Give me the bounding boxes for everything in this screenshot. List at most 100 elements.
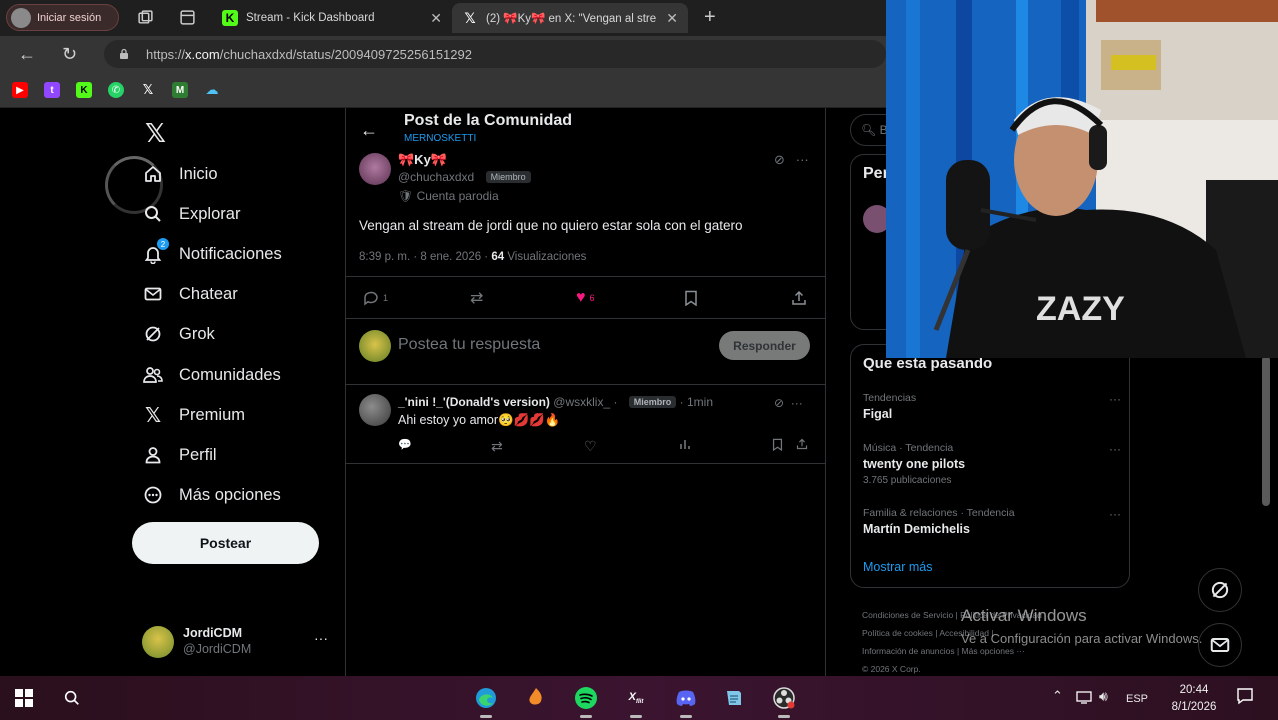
- bookmark-icon[interactable]: [772, 438, 783, 454]
- avatar[interactable]: [359, 153, 391, 185]
- community-name-link[interactable]: MERNOSKETTI: [404, 133, 476, 144]
- tab-actions-icon[interactable]: [179, 9, 196, 26]
- views-chart-icon[interactable]: [679, 438, 691, 453]
- tab-title: (2) 🎀Ky🎀 en X: "Vengan al stre: [486, 13, 657, 25]
- x-home-logo-icon[interactable]: 𝕏: [145, 118, 166, 149]
- grok-icon: [141, 322, 165, 346]
- reply-action[interactable]: 1: [362, 288, 388, 308]
- notepad-icon[interactable]: [722, 686, 746, 710]
- cloud-bookmark-icon[interactable]: ☁: [204, 82, 220, 98]
- kick-bookmark-icon[interactable]: K: [76, 82, 92, 98]
- tab-kick-dashboard[interactable]: K Stream - Kick Dashboard ✕: [212, 3, 452, 33]
- new-tab-icon[interactable]: +: [704, 6, 716, 29]
- like-action[interactable]: ♥ 6: [576, 288, 595, 308]
- back-arrow-icon[interactable]: ←: [18, 44, 36, 65]
- show-more-link[interactable]: Mostrar más: [863, 560, 932, 574]
- x-bookmark-icon[interactable]: 𝕏: [140, 82, 156, 98]
- nav-comunidades[interactable]: Comunidades: [141, 360, 281, 390]
- language-indicator[interactable]: ESP: [1126, 693, 1148, 705]
- post-top-actions: ⊘ ···: [774, 152, 809, 168]
- heart-icon[interactable]: ♡: [584, 438, 597, 455]
- reply-top-actions: ⊘ ···: [774, 396, 803, 410]
- premium-card-title: Per: [863, 165, 889, 182]
- clock[interactable]: 20:44 8/1/2026: [1160, 682, 1228, 716]
- back-arrow-icon[interactable]: ←: [360, 120, 378, 141]
- whatsapp-bookmark-icon[interactable]: ✆: [108, 82, 124, 98]
- more-icon[interactable]: ···: [796, 152, 809, 167]
- nav-perfil[interactable]: Perfil: [141, 440, 217, 470]
- grok-icon[interactable]: ⊘: [774, 396, 784, 410]
- account-switcher[interactable]: JordiCDM @JordiCDM ···: [142, 624, 332, 660]
- reply-icon[interactable]: 💬: [398, 438, 412, 451]
- youtube-bookmark-icon[interactable]: ▶: [12, 82, 28, 98]
- reload-icon[interactable]: ↻: [62, 44, 77, 65]
- repost-action[interactable]: ⇄: [470, 288, 483, 308]
- trend-item[interactable]: Familia & relaciones · Tendencia Martín …: [863, 507, 1121, 536]
- home-icon: [141, 162, 165, 186]
- more-icon[interactable]: ···: [1109, 507, 1121, 521]
- fl-studio-icon[interactable]: [524, 686, 548, 710]
- close-tab-icon[interactable]: ✕: [430, 10, 442, 27]
- more-icon[interactable]: ···: [1109, 442, 1121, 456]
- nav-label: Más opciones: [179, 485, 281, 504]
- repost-icon[interactable]: ⇄: [491, 438, 503, 455]
- more-icon[interactable]: ···: [1109, 392, 1121, 406]
- more-icon[interactable]: ···: [791, 396, 803, 410]
- network-icon[interactable]: [1076, 690, 1092, 707]
- xsplit-icon[interactable]: Xflit: [624, 686, 648, 718]
- reply-submit-button[interactable]: Responder: [719, 331, 810, 360]
- volume-icon[interactable]: 🔊︎: [1099, 688, 1108, 705]
- url-prefix: https://: [146, 46, 186, 62]
- grok-icon[interactable]: ⊘: [774, 152, 785, 167]
- post-button[interactable]: Postear: [132, 522, 319, 564]
- nav-explorar[interactable]: Explorar: [141, 199, 240, 229]
- trend-item[interactable]: Tendencias Figal ···: [863, 392, 1121, 421]
- bookmark-action[interactable]: [684, 288, 698, 308]
- tab-x-post[interactable]: 𝕏 (2) 🎀Ky🎀 en X: "Vengan al stre ✕: [452, 3, 688, 33]
- trend-item[interactable]: Música · Tendencia twenty one pilots 3.7…: [863, 442, 1121, 486]
- nav-label: Chatear: [179, 284, 238, 303]
- post-author-handle[interactable]: @chuchaxdxd Miembro: [398, 170, 531, 184]
- windows-start-icon[interactable]: [12, 686, 36, 710]
- messages-floating-button[interactable]: [1198, 623, 1242, 667]
- nav-label: Notificaciones: [179, 244, 282, 263]
- profile-button[interactable]: Iniciar sesión: [6, 4, 119, 31]
- nav-inicio[interactable]: Inicio: [141, 159, 218, 189]
- spotify-icon[interactable]: [574, 686, 598, 718]
- reply-author[interactable]: _'nini !_'(Donald's version) @wsxklix_ ·…: [398, 395, 713, 409]
- avatar: [142, 626, 174, 658]
- share-action[interactable]: [791, 288, 807, 308]
- nav-grok[interactable]: Grok: [141, 319, 215, 349]
- notification-center-icon[interactable]: [1236, 687, 1254, 708]
- edge-browser-icon[interactable]: [474, 686, 498, 718]
- views-label: Visualizaciones: [507, 251, 587, 263]
- grok-floating-button[interactable]: [1198, 568, 1242, 612]
- twitch-bookmark-icon[interactable]: t: [44, 82, 60, 98]
- avatar[interactable]: [359, 394, 391, 426]
- address-bar-row: ← ↻ https://x.com/chuchaxdxd/status/2009…: [0, 36, 886, 72]
- profile-label: Iniciar sesión: [37, 11, 102, 24]
- reply-time: · 1min: [679, 395, 713, 409]
- search-icon[interactable]: [60, 686, 84, 710]
- post-author-name[interactable]: 🎀Ky🎀: [398, 152, 447, 168]
- page-scrollbar[interactable]: [1262, 356, 1270, 506]
- nav-notificaciones[interactable]: 2 Notificaciones: [141, 238, 282, 269]
- nav-premium[interactable]: 𝕏 Premium: [141, 400, 245, 430]
- close-tab-icon[interactable]: ✕: [666, 10, 678, 27]
- nav-chatear[interactable]: Chatear: [141, 279, 238, 309]
- nav-mas-opciones[interactable]: Más opciones: [141, 480, 281, 510]
- sheet-bookmark-icon[interactable]: M: [172, 82, 188, 98]
- post-timestamp[interactable]: 8:39 p. m. · 8 ene. 2026 ·: [359, 251, 488, 263]
- trend-count: 3.765 publicaciones: [863, 475, 952, 486]
- trend-name: twenty one pilots: [863, 457, 966, 471]
- discord-icon[interactable]: [674, 686, 698, 718]
- share-icon[interactable]: [796, 438, 808, 453]
- obs-record-icon[interactable]: [772, 686, 796, 718]
- url-field[interactable]: https://x.com/chuchaxdxd/status/20094097…: [104, 40, 886, 68]
- bookmark-icon: [685, 290, 697, 306]
- member-chip: Miembro: [628, 396, 677, 408]
- reply-input[interactable]: Postea tu respuesta: [398, 336, 540, 354]
- more-icon[interactable]: ···: [314, 630, 328, 646]
- workspaces-icon[interactable]: [137, 9, 154, 26]
- chevron-up-icon[interactable]: ⌃: [1052, 688, 1063, 704]
